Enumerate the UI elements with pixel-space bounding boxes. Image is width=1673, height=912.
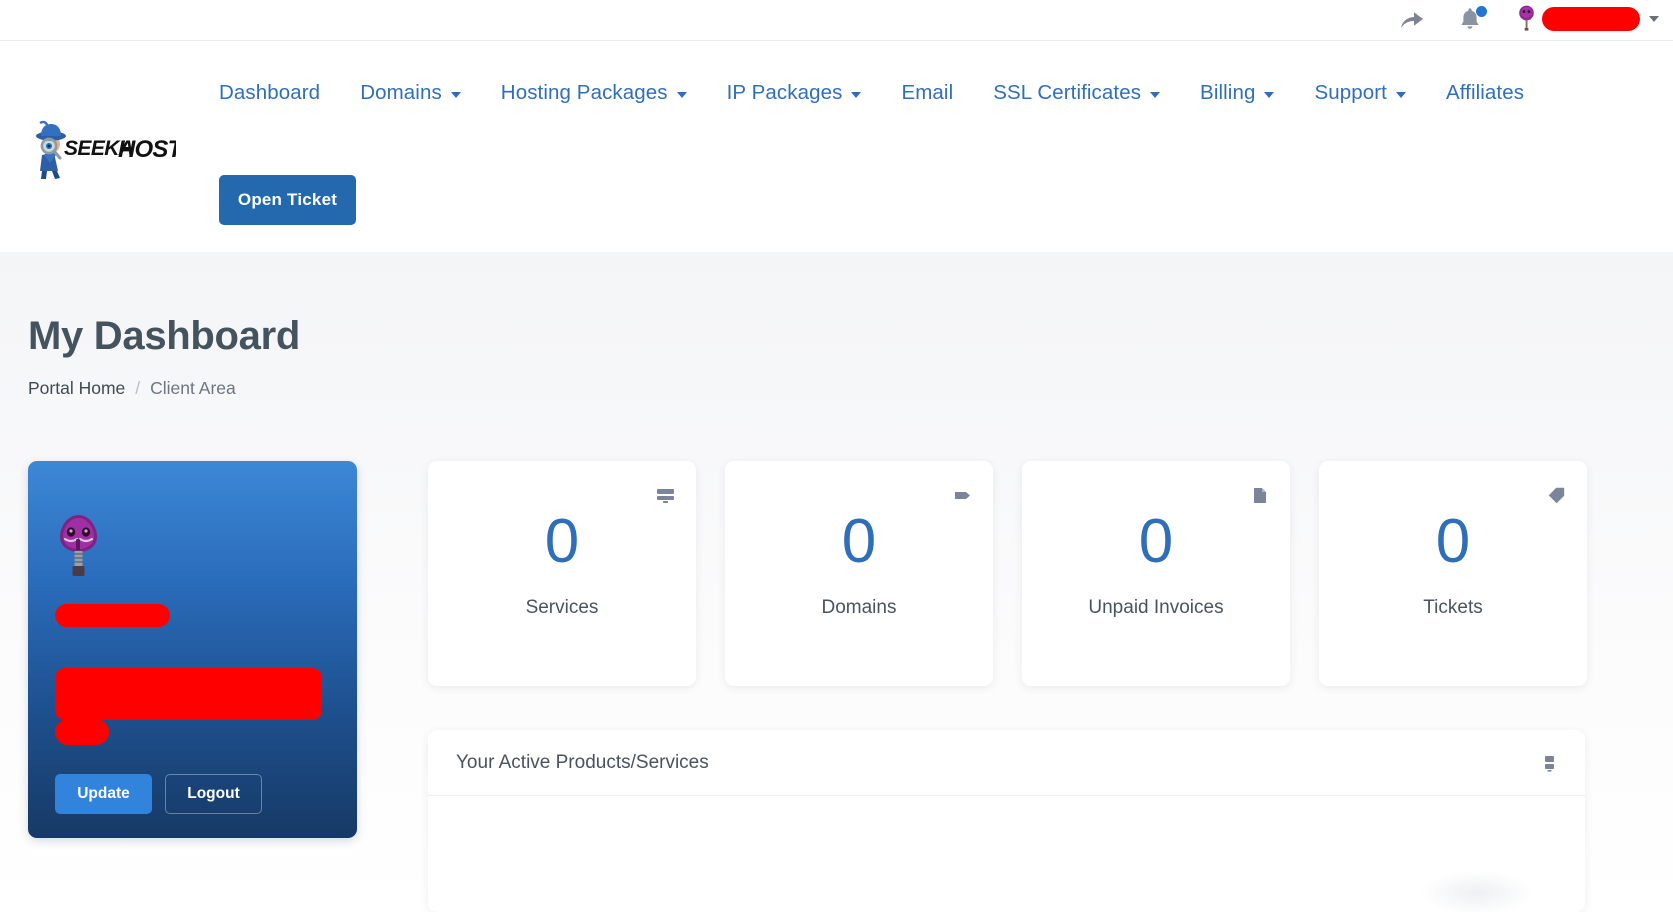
file-icon <box>1250 486 1269 505</box>
stat-card-unpaid-invoices[interactable]: 0 Unpaid Invoices <box>1022 461 1290 686</box>
nav-item-dashboard[interactable]: Dashboard <box>219 77 340 109</box>
panel-body <box>428 796 1585 912</box>
nav-label: Billing <box>1200 81 1256 104</box>
logout-button[interactable]: Logout <box>165 774 262 814</box>
tag-icon <box>953 486 972 505</box>
breadcrumb-separator: / <box>135 378 141 398</box>
main-content: My Dashboard Portal Home / Client Area U… <box>0 252 1673 912</box>
svg-text:HOST: HOST <box>118 136 176 163</box>
stat-card-services[interactable]: 0 Services <box>428 461 696 686</box>
stat-label: Domains <box>821 597 897 618</box>
server-icon <box>656 486 675 505</box>
breadcrumb-portal-home[interactable]: Portal Home <box>28 378 125 399</box>
nav-item-hosting-packages[interactable]: Hosting Packages <box>481 77 707 109</box>
primary-navigation: Dashboard Domains Hosting Packages IP Pa… <box>219 77 1544 109</box>
page-title: My Dashboard <box>28 314 301 358</box>
chevron-down-icon <box>676 91 687 98</box>
notification-badge <box>1476 6 1487 17</box>
nav-item-email[interactable]: Email <box>881 77 973 109</box>
nav-item-billing[interactable]: Billing <box>1180 77 1294 109</box>
stat-label: Tickets <box>1423 597 1483 618</box>
stat-value: 0 <box>1435 507 1471 576</box>
nav-label: Domains <box>360 81 442 104</box>
panel-title: Your Active Products/Services <box>456 751 709 773</box>
stat-value: 0 <box>544 507 580 576</box>
stat-value: 0 <box>841 507 877 576</box>
seekahost-logo[interactable]: SEEKA HOST <box>28 119 176 181</box>
nav-item-domains[interactable]: Domains <box>340 77 481 109</box>
stat-card-tickets[interactable]: 0 Tickets <box>1319 461 1587 686</box>
nav-label: Dashboard <box>219 81 321 104</box>
profile-card-actions: Update Logout <box>55 774 262 814</box>
nav-item-affiliates[interactable]: Affiliates <box>1426 77 1544 109</box>
chevron-down-icon <box>1264 91 1275 98</box>
account-menu[interactable] <box>1518 5 1659 32</box>
nav-item-support[interactable]: Support <box>1294 77 1426 109</box>
nav-item-ip-packages[interactable]: IP Packages <box>707 77 882 109</box>
nav-label: SSL Certificates <box>993 81 1142 104</box>
email-redacted <box>55 668 322 720</box>
nav-label: Hosting Packages <box>500 81 668 104</box>
main-header: SEEKA HOST Dashboard Domains Hosting Pac… <box>0 41 1673 268</box>
server-icon <box>1540 754 1559 773</box>
stat-label: Services <box>525 597 599 618</box>
chevron-down-icon <box>851 91 862 98</box>
purple-mushroom-avatar-icon <box>55 512 102 579</box>
chevron-down-icon[interactable] <box>1649 15 1659 22</box>
bell-icon[interactable] <box>1459 6 1487 33</box>
panel-watermark <box>1421 871 1533 912</box>
dashboard-page: SEEKA HOST Dashboard Domains Hosting Pac… <box>0 0 1673 912</box>
username-redacted <box>55 604 170 627</box>
nav-item-ssl-certificates[interactable]: SSL Certificates <box>973 77 1180 109</box>
breadcrumb-current: Client Area <box>150 378 236 398</box>
nav-label: Support <box>1314 81 1387 104</box>
nav-label: Email <box>901 81 954 104</box>
ticket-tag-icon <box>1547 486 1566 505</box>
nav-label: Affiliates <box>1445 81 1525 104</box>
chevron-down-icon <box>1150 91 1161 98</box>
stat-label: Unpaid Invoices <box>1088 597 1224 618</box>
breadcrumb: Portal Home / Client Area <box>28 378 236 399</box>
stats-row: 0 Services 0 Domains 0 Unpaid Invoices 0… <box>428 461 1587 686</box>
user-avatar-icon <box>1519 5 1534 31</box>
nav-label: IP Packages <box>726 81 843 104</box>
utility-bar <box>0 0 1673 41</box>
open-ticket-button[interactable]: Open Ticket <box>219 175 356 225</box>
update-button[interactable]: Update <box>55 774 152 814</box>
share-arrow-icon[interactable] <box>1399 7 1425 33</box>
utility-icons <box>1399 6 1487 33</box>
stat-value: 0 <box>1138 507 1174 576</box>
chevron-down-icon <box>1395 91 1406 98</box>
chevron-down-icon <box>450 91 461 98</box>
account-name-redacted <box>1542 6 1640 31</box>
active-products-panel: Your Active Products/Services <box>428 730 1585 912</box>
extra-info-redacted <box>55 719 109 745</box>
stat-card-domains[interactable]: 0 Domains <box>725 461 993 686</box>
user-profile-card: Update Logout <box>28 461 357 838</box>
panel-header: Your Active Products/Services <box>428 730 1585 796</box>
